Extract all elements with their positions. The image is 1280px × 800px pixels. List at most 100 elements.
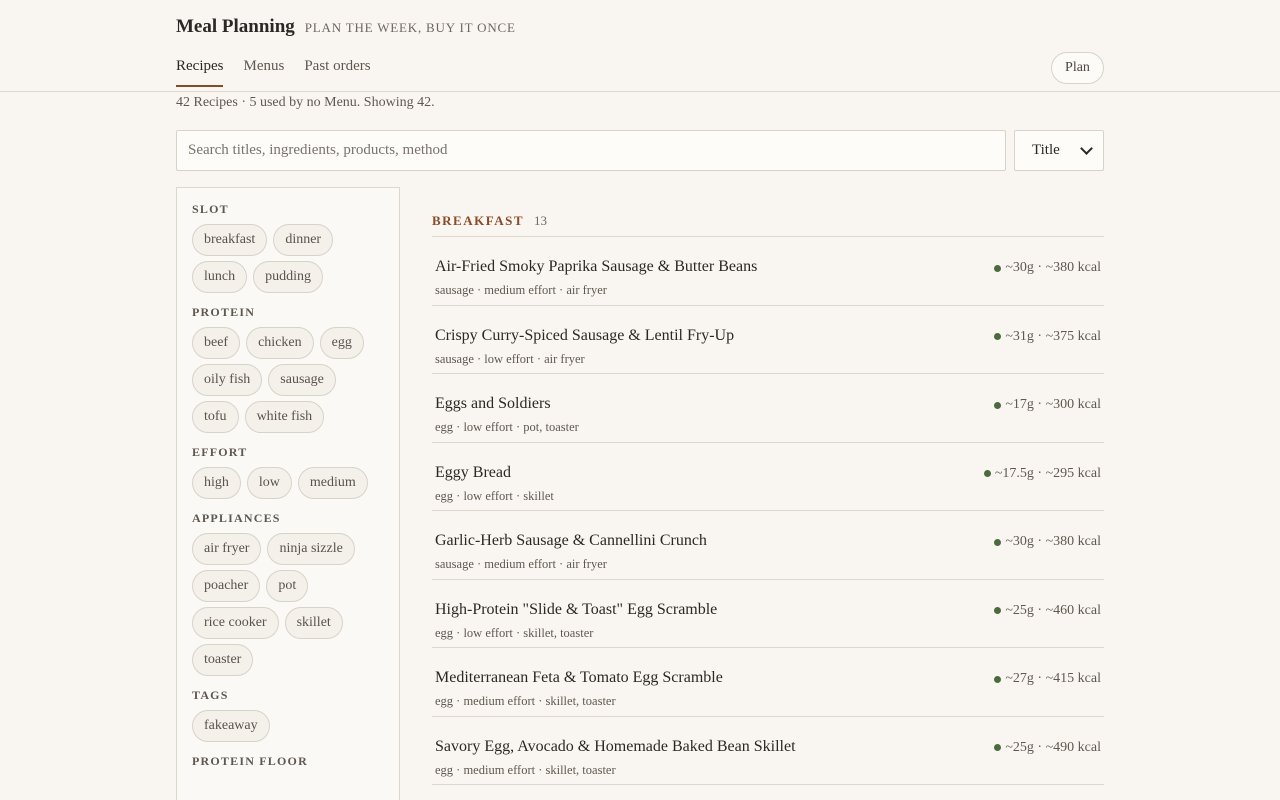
app-title: Meal Planning [176, 16, 295, 37]
filter-heading: SLOT [192, 202, 229, 216]
filter-group-tags: TAGS fakeaway [192, 688, 385, 742]
main-nav: Recipes Menus Past orders [176, 58, 371, 87]
filter-chip[interactable]: ninja sizzle [267, 533, 355, 565]
filter-heading: PROTEIN [192, 305, 256, 319]
filter-chip[interactable]: lunch [192, 261, 248, 293]
filter-chip[interactable]: sausage [268, 364, 336, 396]
filter-heading: APPLIANCES [192, 511, 281, 525]
recipe-nutrition-text: ~31g · ~375 kcal [1005, 328, 1101, 344]
section-count: 13 [534, 213, 547, 228]
recipe-nutrition-text: ~17g · ~300 kcal [1005, 397, 1101, 412]
filter-chip[interactable]: poacher [192, 570, 261, 602]
filter-chip[interactable]: low [246, 467, 292, 499]
filter-chips: air fryer ninja sizzle poacher pot rice … [192, 533, 385, 676]
recipe-row[interactable]: Savory Egg, Avocado & Homemade Baked Bea… [432, 717, 1104, 785]
filter-chip[interactable]: oily fish [192, 364, 263, 396]
protein-dot-icon [994, 538, 1002, 546]
filter-chip[interactable]: beef [192, 327, 241, 359]
filter-chip[interactable]: tofu [192, 401, 239, 433]
filter-chips: breakfast dinner lunch pudding [192, 224, 385, 293]
filter-group-slot: SLOT breakfast dinner lunch pudding [192, 202, 385, 293]
page: Meal Planning PLAN THE WEEK, BUY IT ONCE… [0, 0, 1280, 800]
recipe-title[interactable]: Air-Fried Smoky Paprika Sausage & Butter… [435, 258, 757, 276]
recipe-row[interactable]: Mediterranean Feta & Tomato Egg Scramble… [432, 648, 1104, 717]
recipe-title[interactable]: Eggy Bread [435, 464, 511, 482]
chevron-down-icon [1080, 142, 1093, 155]
filter-chip[interactable]: pudding [253, 261, 323, 293]
filter-chip[interactable]: breakfast [192, 224, 268, 256]
recipe-nutrition-text: ~25g · ~460 kcal [1005, 602, 1101, 618]
filter-chip[interactable]: white fish [244, 401, 325, 433]
recipe-nutrition: ~30g · ~380 kcal [994, 260, 1101, 276]
section-title: BREAKFAST [432, 213, 524, 228]
recipe-title[interactable]: Savory Egg, Avocado & Homemade Baked Bea… [435, 738, 796, 756]
filter-chip[interactable]: pot [266, 570, 309, 602]
recipe-summary: 42 Recipes · 5 used by no Menu. Showing … [176, 95, 435, 110]
recipe-title[interactable]: Mediterranean Feta & Tomato Egg Scramble [435, 669, 723, 687]
recipe-list: BREAKFAST 13 Air-Fried Smoky Paprika Sau… [432, 210, 1104, 785]
protein-dot-icon [994, 607, 1002, 614]
app-tagline: PLAN THE WEEK, BUY IT ONCE [304, 20, 516, 35]
filter-chip[interactable]: toaster [192, 644, 254, 676]
recipe-meta: egg · low effort · skillet, toaster [435, 625, 594, 640]
recipe-nutrition: ~25g · ~460 kcal [994, 603, 1101, 619]
filter-heading: EFFORT [192, 445, 248, 459]
filter-heading: PROTEIN FLOOR [192, 754, 308, 768]
filter-chip[interactable]: air fryer [192, 533, 262, 565]
filter-group-appliances: APPLIANCES air fryer ninja sizzle poache… [192, 511, 385, 676]
recipe-title[interactable]: Eggs and Soldiers [435, 395, 551, 413]
protein-dot-icon [994, 744, 1002, 751]
recipe-row[interactable]: Air-Fried Smoky Paprika Sausage & Butter… [432, 237, 1104, 306]
sort-select-value: Title [1032, 142, 1060, 158]
recipe-meta: sausage · medium effort · air fryer [435, 557, 607, 571]
filter-chip[interactable]: medium [297, 467, 368, 499]
recipe-nutrition-text: ~17.5g · ~295 kcal [994, 465, 1101, 481]
recipe-meta: egg · low effort · pot, toaster [435, 420, 579, 434]
tab-past-orders[interactable]: Past orders [304, 58, 370, 87]
filter-sidebar: SLOT breakfast dinner lunch pudding PROT… [176, 187, 400, 800]
filter-group-protein: PROTEIN beef chicken egg oily fish sausa… [192, 305, 385, 433]
protein-dot-icon [994, 333, 1002, 340]
recipe-row[interactable]: Eggs and Soldiers egg · low effort · pot… [432, 374, 1104, 443]
brand: Meal Planning PLAN THE WEEK, BUY IT ONCE [176, 16, 516, 38]
recipe-meta: egg · medium effort · skillet, toaster [435, 694, 616, 708]
filter-chip[interactable]: chicken [246, 327, 314, 359]
tab-recipes[interactable]: Recipes [176, 58, 224, 87]
tab-menus[interactable]: Menus [243, 58, 284, 87]
recipe-row[interactable]: Garlic-Herb Sausage & Cannellini Crunch … [432, 511, 1104, 580]
recipe-nutrition-text: ~25g · ~490 kcal [1005, 739, 1101, 755]
recipe-row[interactable]: Crispy Curry-Spiced Sausage & Lentil Fry… [432, 306, 1104, 374]
recipe-nutrition-text: ~27g · ~415 kcal [1005, 671, 1101, 686]
filter-group-protein-floor: PROTEIN FLOOR [192, 754, 385, 770]
filter-chip[interactable]: dinner [273, 224, 334, 256]
filter-chip[interactable]: rice cooker [192, 607, 279, 639]
recipe-nutrition: ~31g · ~375 kcal [994, 329, 1101, 345]
plan-button[interactable]: Plan [1051, 52, 1104, 84]
protein-dot-icon [994, 401, 1002, 409]
filter-chips: fakeaway [192, 710, 385, 742]
filter-chips: high low medium [192, 467, 385, 499]
sort-select[interactable]: Title [1014, 130, 1104, 171]
filter-heading: TAGS [192, 688, 229, 702]
filter-chip[interactable]: fakeaway [192, 710, 270, 742]
recipe-meta: sausage · medium effort · air fryer [435, 283, 607, 297]
filter-chip[interactable]: egg [319, 327, 364, 359]
filter-group-effort: EFFORT high low medium [192, 445, 385, 499]
recipe-meta: egg · medium effort · skillet, toaster [435, 762, 616, 777]
recipe-row[interactable]: High-Protein "Slide & Toast" Egg Scrambl… [432, 580, 1104, 648]
recipe-title[interactable]: Crispy Curry-Spiced Sausage & Lentil Fry… [435, 327, 734, 345]
recipe-nutrition: ~27g · ~415 kcal [994, 671, 1101, 687]
recipe-title[interactable]: High-Protein "Slide & Toast" Egg Scrambl… [435, 601, 717, 619]
recipe-row[interactable]: Eggy Bread egg · low effort · skillet ~1… [432, 443, 1104, 511]
section-header: BREAKFAST 13 [432, 210, 1104, 237]
filter-chip[interactable]: high [192, 467, 241, 499]
search-input[interactable] [176, 130, 1006, 171]
filter-chips: beef chicken egg oily fish sausage tofu … [192, 327, 385, 433]
recipe-nutrition: ~25g · ~490 kcal [994, 740, 1101, 756]
protein-dot-icon [994, 675, 1002, 683]
recipe-nutrition-text: ~30g · ~380 kcal [1005, 260, 1101, 275]
protein-dot-icon [983, 470, 991, 477]
recipe-title[interactable]: Garlic-Herb Sausage & Cannellini Crunch [435, 532, 707, 550]
filter-chip[interactable]: skillet [284, 607, 343, 639]
recipe-nutrition: ~30g · ~380 kcal [994, 534, 1101, 550]
